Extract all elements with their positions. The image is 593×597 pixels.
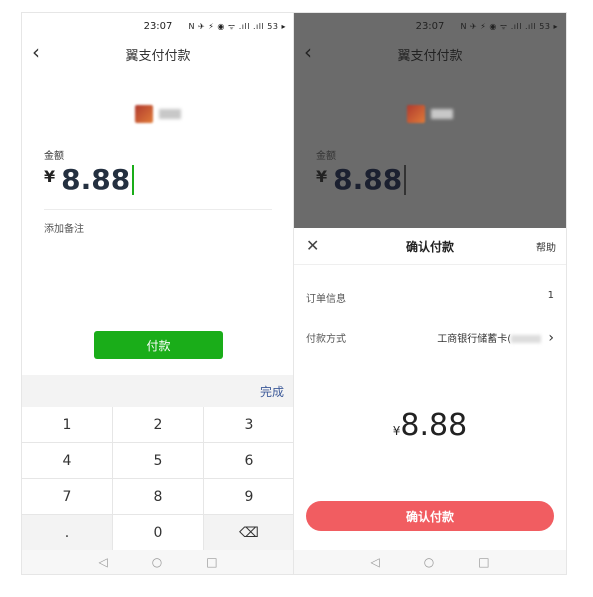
key-9[interactable]: 9 xyxy=(204,479,294,514)
key-5[interactable]: 5 xyxy=(113,443,203,478)
amount-value: 8.88 xyxy=(333,163,403,196)
key-0[interactable]: 0 xyxy=(113,515,203,550)
merchant-logo xyxy=(407,104,425,123)
amount-label: 金额 xyxy=(316,151,336,162)
nav-home-icon[interactable]: ○ xyxy=(424,555,434,569)
text-cursor xyxy=(404,165,407,195)
chevron-right-icon: › xyxy=(548,330,554,346)
pay-button[interactable]: 付款 xyxy=(94,331,223,359)
nav-recents-icon[interactable]: □ xyxy=(206,555,217,569)
key-4[interactable]: 4 xyxy=(22,443,112,478)
amount-label: 金额 xyxy=(44,151,64,162)
dimmed-background: 23:07 N ✈ ⚡ ◉ ᯤ .ıll .ıll 53 ▸ ‹ 翼支付付款 金… xyxy=(294,13,566,228)
numeric-keypad: 1 2 3 4 5 6 7 8 9 . 0 ⌫ xyxy=(22,407,294,550)
order-info-value: 1 xyxy=(547,290,554,301)
merchant-info xyxy=(22,103,294,123)
system-nav-bar: ◁ ○ □ xyxy=(294,550,566,574)
merchant-name-blurred xyxy=(431,108,453,119)
key-dot[interactable]: . xyxy=(22,515,112,550)
nav-back-icon[interactable]: ◁ xyxy=(98,555,107,569)
amount-value: 8.88 xyxy=(61,163,131,196)
confirm-amount: ¥8.88 xyxy=(294,408,566,443)
confirm-payment-sheet: ✕ 确认付款 帮助 订单信息 1 付款方式 工商银行储蓄卡( › ¥8.88 确… xyxy=(294,228,566,574)
card-number-blurred xyxy=(511,335,542,343)
system-nav-bar: ◁ ○ □ xyxy=(22,550,294,574)
amount-field: ¥ 8.88 xyxy=(316,163,407,203)
currency-symbol: ¥ xyxy=(316,167,328,186)
merchant-logo xyxy=(135,104,153,123)
order-info-row[interactable]: 订单信息 1 xyxy=(306,290,554,305)
key-2[interactable]: 2 xyxy=(113,407,203,442)
nav-recents-icon[interactable]: □ xyxy=(478,555,489,569)
key-6[interactable]: 6 xyxy=(204,443,294,478)
confirm-screen: 23:07 N ✈ ⚡ ◉ ᯤ .ıll .ıll 53 ▸ ‹ 翼支付付款 金… xyxy=(293,12,567,575)
merchant-name-blurred xyxy=(159,108,181,119)
key-1[interactable]: 1 xyxy=(22,407,112,442)
status-bar: 23:07 N ✈ ⚡ ◉ ᯤ .ıll .ıll 53 ▸ xyxy=(294,13,566,39)
help-link[interactable]: 帮助 xyxy=(536,239,556,254)
sheet-header: ✕ 确认付款 帮助 xyxy=(294,228,566,265)
page-title: 翼支付付款 xyxy=(397,49,463,64)
amount-field[interactable]: ¥ 8.88 xyxy=(44,163,135,203)
key-7[interactable]: 7 xyxy=(22,479,112,514)
payment-method-label: 付款方式 xyxy=(306,334,346,345)
key-3[interactable]: 3 xyxy=(204,407,294,442)
divider xyxy=(44,209,272,210)
nav-home-icon[interactable]: ○ xyxy=(152,555,162,569)
status-icons: N ✈ ⚡ ◉ ᯤ .ıll .ıll 53 ▸ xyxy=(188,22,286,31)
sheet-title: 确认付款 xyxy=(405,240,454,254)
merchant-info xyxy=(294,103,566,123)
nav-back-icon[interactable]: ◁ xyxy=(370,555,379,569)
keyboard-done-button[interactable]: 完成 xyxy=(260,383,284,400)
confirm-pay-button[interactable]: 确认付款 xyxy=(306,501,554,531)
page-title: 翼支付付款 xyxy=(125,49,191,64)
payment-method-text: 工商银行储蓄卡( xyxy=(437,334,512,345)
title-bar: ‹ 翼支付付款 xyxy=(294,39,566,69)
keyboard-toolbar: 完成 xyxy=(22,375,294,407)
add-note-link[interactable]: 添加备注 xyxy=(44,220,84,235)
title-bar: ‹ 翼支付付款 xyxy=(22,39,294,69)
status-icons: N ✈ ⚡ ◉ ᯤ .ıll .ıll 53 ▸ xyxy=(460,22,558,31)
status-bar: 23:07 N ✈ ⚡ ◉ ᯤ .ıll .ıll 53 ▸ xyxy=(22,13,294,39)
payment-method-value: 工商银行储蓄卡( › xyxy=(437,330,554,346)
currency-symbol: ¥ xyxy=(44,167,56,186)
payment-screen: 23:07 N ✈ ⚡ ◉ ᯤ .ıll .ıll 53 ▸ ‹ 翼支付付款 金… xyxy=(21,12,295,575)
text-cursor xyxy=(132,165,135,195)
backspace-icon[interactable]: ⌫ xyxy=(204,515,294,550)
confirm-amount-value: 8.88 xyxy=(400,408,468,443)
key-8[interactable]: 8 xyxy=(113,479,203,514)
payment-method-row[interactable]: 付款方式 工商银行储蓄卡( › xyxy=(306,330,554,346)
order-info-label: 订单信息 xyxy=(306,294,346,305)
